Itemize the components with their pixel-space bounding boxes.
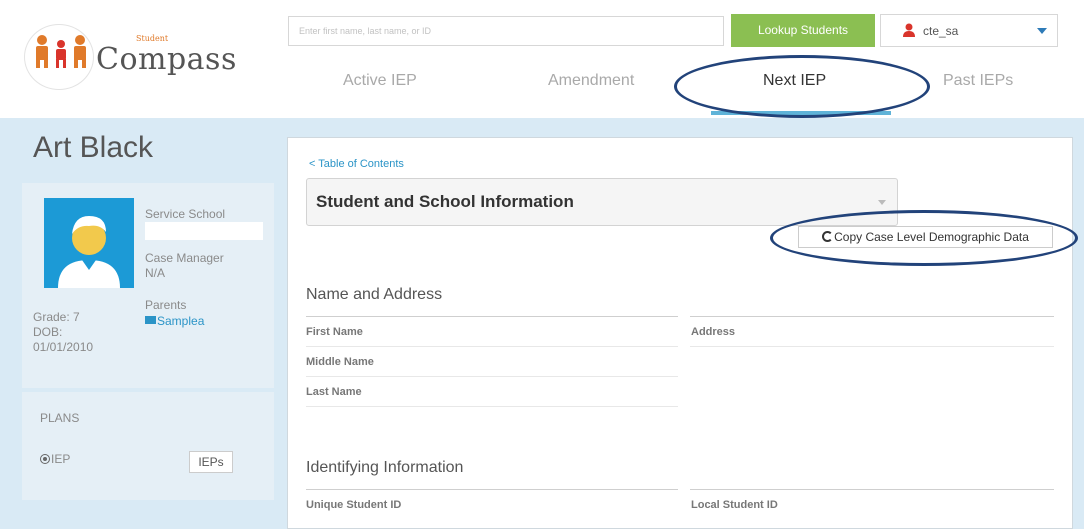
local-student-id-label: Local Student ID	[691, 499, 778, 511]
parent-link[interactable]: Samplea	[145, 314, 204, 328]
divider	[306, 406, 678, 407]
tab-next-iep[interactable]: Next IEP	[763, 72, 826, 90]
iep-plan-option[interactable]: IEP	[40, 452, 70, 466]
parents-label: Parents	[145, 298, 187, 312]
first-name-label: First Name	[306, 326, 363, 338]
identifying-info-heading: Identifying Information	[306, 459, 464, 476]
unique-student-id-label: Unique Student ID	[306, 499, 402, 511]
service-school-value	[145, 222, 263, 240]
user-icon	[903, 23, 915, 37]
copy-demographic-data-button[interactable]: Copy Case Level Demographic Data	[798, 226, 1053, 248]
dob-label: DOB:	[33, 325, 63, 339]
case-manager-label: Case Manager	[145, 251, 224, 265]
last-name-label: Last Name	[306, 386, 362, 398]
divider	[690, 316, 1054, 317]
divider	[306, 376, 678, 377]
ieps-button[interactable]: IEPs	[189, 451, 233, 473]
section-title: Student and School Information	[316, 192, 574, 211]
active-tab-indicator	[711, 111, 891, 115]
student-search-input[interactable]: Enter first name, last name, or ID	[288, 16, 724, 46]
plans-card	[22, 392, 274, 500]
student-name: Art Black	[33, 131, 154, 164]
lookup-students-button[interactable]: Lookup Students	[731, 14, 875, 47]
student-compass-logo[interactable]: Student Compass	[22, 12, 242, 92]
service-school-label: Service School	[145, 207, 226, 221]
copy-button-label: Copy Case Level Demographic Data	[834, 230, 1029, 244]
logo-wordmark: Compass	[96, 42, 237, 77]
name-address-heading: Name and Address	[306, 286, 443, 303]
student-avatar	[44, 198, 134, 288]
user-menu[interactable]: cte_sa	[880, 14, 1058, 47]
divider	[306, 489, 678, 490]
radio-icon	[40, 454, 50, 464]
chevron-down-icon	[878, 200, 886, 205]
username: cte_sa	[923, 24, 959, 38]
middle-name-label: Middle Name	[306, 356, 374, 368]
mail-icon	[145, 316, 156, 324]
divider	[690, 346, 1054, 347]
refresh-icon	[822, 231, 834, 242]
divider	[306, 316, 678, 317]
chevron-down-icon	[1037, 28, 1047, 34]
case-manager-value: N/A	[145, 266, 166, 280]
divider	[306, 346, 678, 347]
tab-active-iep[interactable]: Active IEP	[343, 72, 417, 90]
table-of-contents-link[interactable]: < Table of Contents	[309, 158, 404, 170]
student-avatar-icon	[58, 216, 120, 288]
address-label: Address	[691, 326, 736, 338]
grade: Grade: 7	[33, 310, 80, 324]
divider	[690, 489, 1054, 490]
parent-name: Samplea	[157, 314, 205, 328]
plans-heading: PLANS	[40, 411, 80, 425]
dob-value: 01/01/2010	[33, 340, 94, 354]
tab-past-ieps[interactable]: Past IEPs	[943, 72, 1013, 90]
tab-amendment[interactable]: Amendment	[548, 72, 634, 90]
app-header: Student Compass Enter first name, last n…	[0, 0, 1084, 118]
family-icon	[36, 35, 86, 68]
iep-plan-label: IEP	[51, 452, 71, 466]
